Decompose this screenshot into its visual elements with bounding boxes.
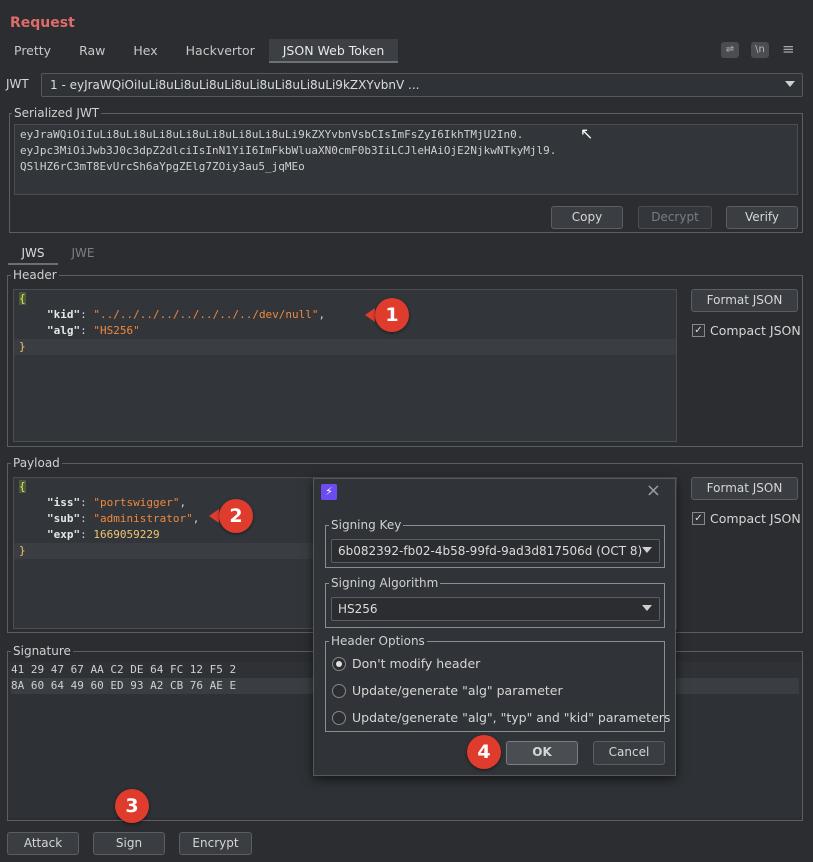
menu-icon[interactable]: ≡ bbox=[782, 40, 795, 58]
json-string: "administrator" bbox=[93, 512, 193, 525]
step-badge-4: 4 bbox=[467, 735, 501, 769]
step-badge-2: 2 bbox=[219, 499, 253, 533]
lightning-icon: ⚡ bbox=[321, 484, 337, 500]
code-line: "alg": "HS256" bbox=[47, 324, 140, 337]
tab-jwe[interactable]: JWE bbox=[58, 244, 108, 265]
serialized-line: eyJraWQiOiIuLi8uLi8uLi8uLi8uLi8uLi8uLi8u… bbox=[20, 128, 524, 141]
copy-button[interactable]: Copy bbox=[551, 206, 623, 229]
compact-json-label: Compact JSON bbox=[710, 323, 801, 338]
radio-selected-icon bbox=[332, 656, 346, 671]
brace-open: { bbox=[19, 292, 26, 305]
ok-button[interactable]: OK bbox=[506, 741, 578, 765]
radio-label: Update/generate "alg", "typ" and "kid" p… bbox=[352, 710, 671, 725]
compact-json-label: Compact JSON bbox=[710, 511, 801, 526]
step-badge-3: 3 bbox=[115, 789, 149, 823]
tab-hackvertor[interactable]: Hackvertor bbox=[172, 39, 269, 63]
signing-algorithm-legend: Signing Algorithm bbox=[329, 576, 441, 590]
signing-key-value: 6b082392-fb02-4b58-99fd-9ad3d817506d (OC… bbox=[338, 544, 643, 558]
jws-jwe-tabs: JWS JWE bbox=[8, 244, 108, 265]
radio-icon bbox=[332, 683, 346, 698]
cancel-button[interactable]: Cancel bbox=[593, 741, 665, 765]
radio-icon bbox=[332, 710, 346, 725]
serialized-line: eyJpc3MiOiJwb3J0c3dpZ2dlciIsInN1YiI6ImFk… bbox=[20, 144, 557, 157]
radio-update-alg-typ-kid[interactable]: Update/generate "alg", "typ" and "kid" p… bbox=[332, 710, 670, 725]
payload-compact-json-checkbox[interactable]: ✓ Compact JSON bbox=[692, 511, 801, 526]
tab-jws[interactable]: JWS bbox=[8, 244, 58, 265]
radio-label: Update/generate "alg" parameter bbox=[352, 683, 563, 698]
tab-json-web-token[interactable]: JSON Web Token bbox=[268, 39, 399, 63]
verify-button[interactable]: Verify bbox=[726, 206, 798, 229]
payload-legend: Payload bbox=[11, 456, 62, 470]
json-string: "../../../../../../../../dev/null" bbox=[93, 308, 319, 321]
payload-format-json-button[interactable]: Format JSON bbox=[691, 477, 798, 500]
tab-pretty[interactable]: Pretty bbox=[0, 39, 65, 63]
code-line: "kid": "../../../../../../../../dev/null… bbox=[47, 308, 326, 321]
header-legend: Header bbox=[11, 268, 59, 282]
brace-close: } bbox=[19, 544, 26, 557]
chevron-down-icon bbox=[642, 605, 652, 611]
serialized-jwt-legend: Serialized JWT bbox=[12, 106, 102, 120]
signature-legend: Signature bbox=[11, 644, 73, 658]
json-key: "alg" bbox=[47, 324, 81, 337]
panel-title: Request bbox=[10, 15, 75, 31]
newline-icon[interactable]: \n bbox=[751, 42, 769, 58]
attack-button[interactable]: Attack bbox=[7, 832, 79, 855]
jwt-select[interactable]: 1 - eyJraWQiOiIuLi8uLi8uLi8uLi8uLi8uLi8u… bbox=[41, 73, 803, 97]
jwt-label: JWT bbox=[6, 77, 29, 91]
chevron-down-icon bbox=[642, 547, 652, 553]
signing-key-select[interactable]: 6b082392-fb02-4b58-99fd-9ad3d817506d (OC… bbox=[331, 539, 660, 563]
code-line: { bbox=[14, 291, 676, 307]
header-format-json-button[interactable]: Format JSON bbox=[691, 289, 798, 312]
json-key: "sub" bbox=[47, 512, 81, 525]
json-string: "portswigger" bbox=[93, 496, 180, 509]
radio-label: Don't modify header bbox=[352, 656, 481, 671]
radio-update-alg[interactable]: Update/generate "alg" parameter bbox=[332, 683, 563, 698]
json-string: "HS256" bbox=[93, 324, 140, 337]
checkmark-icon: ✓ bbox=[692, 512, 705, 525]
signing-key-legend: Signing Key bbox=[329, 518, 404, 532]
badge-pointer bbox=[209, 509, 219, 523]
json-key: "iss" bbox=[47, 496, 81, 509]
serialized-line: QSlHZ6rC3mT8EvUrcSh6aYpgZElg7ZOiy3au5_jq… bbox=[20, 160, 305, 173]
tab-hex[interactable]: Hex bbox=[119, 39, 171, 63]
close-icon[interactable]: × bbox=[646, 480, 661, 501]
decrypt-button[interactable]: Decrypt bbox=[638, 206, 712, 229]
brace-open: { bbox=[19, 480, 26, 493]
encrypt-button[interactable]: Encrypt bbox=[179, 832, 252, 855]
code-line: } bbox=[14, 339, 676, 355]
chevron-down-icon bbox=[785, 81, 795, 87]
view-tabs: Pretty Raw Hex Hackvertor JSON Web Token bbox=[0, 39, 399, 63]
sign-button[interactable]: Sign bbox=[93, 832, 165, 855]
badge-pointer bbox=[365, 308, 375, 322]
checkmark-icon: ✓ bbox=[692, 324, 705, 337]
brace-close: } bbox=[19, 340, 26, 353]
serialized-jwt-text[interactable]: eyJraWQiOiIuLi8uLi8uLi8uLi8uLi8uLi8uLi8u… bbox=[14, 124, 798, 195]
header-editor[interactable]: { "kid": "../../../../../../../../dev/nu… bbox=[13, 289, 677, 442]
signing-algorithm-select[interactable]: HS256 bbox=[331, 597, 660, 621]
mouse-cursor-icon: ↖ bbox=[580, 124, 594, 143]
tab-raw[interactable]: Raw bbox=[65, 39, 119, 63]
sign-dialog: ⚡ × Signing Key 6b082392-fb02-4b58-99fd-… bbox=[313, 478, 676, 776]
signing-algorithm-value: HS256 bbox=[338, 602, 378, 616]
header-compact-json-checkbox[interactable]: ✓ Compact JSON bbox=[692, 323, 801, 338]
json-number: 1669059229 bbox=[93, 528, 160, 541]
json-key: "kid" bbox=[47, 308, 81, 321]
header-options-legend: Header Options bbox=[329, 634, 427, 648]
wrap-icon[interactable]: ⇌ bbox=[721, 42, 739, 58]
json-key: "exp" bbox=[47, 528, 81, 541]
radio-dont-modify-header[interactable]: Don't modify header bbox=[332, 656, 480, 671]
step-badge-1: 1 bbox=[375, 298, 409, 332]
jwt-select-value: 1 - eyJraWQiOiIuLi8uLi8uLi8uLi8uLi8uLi8u… bbox=[50, 78, 420, 92]
